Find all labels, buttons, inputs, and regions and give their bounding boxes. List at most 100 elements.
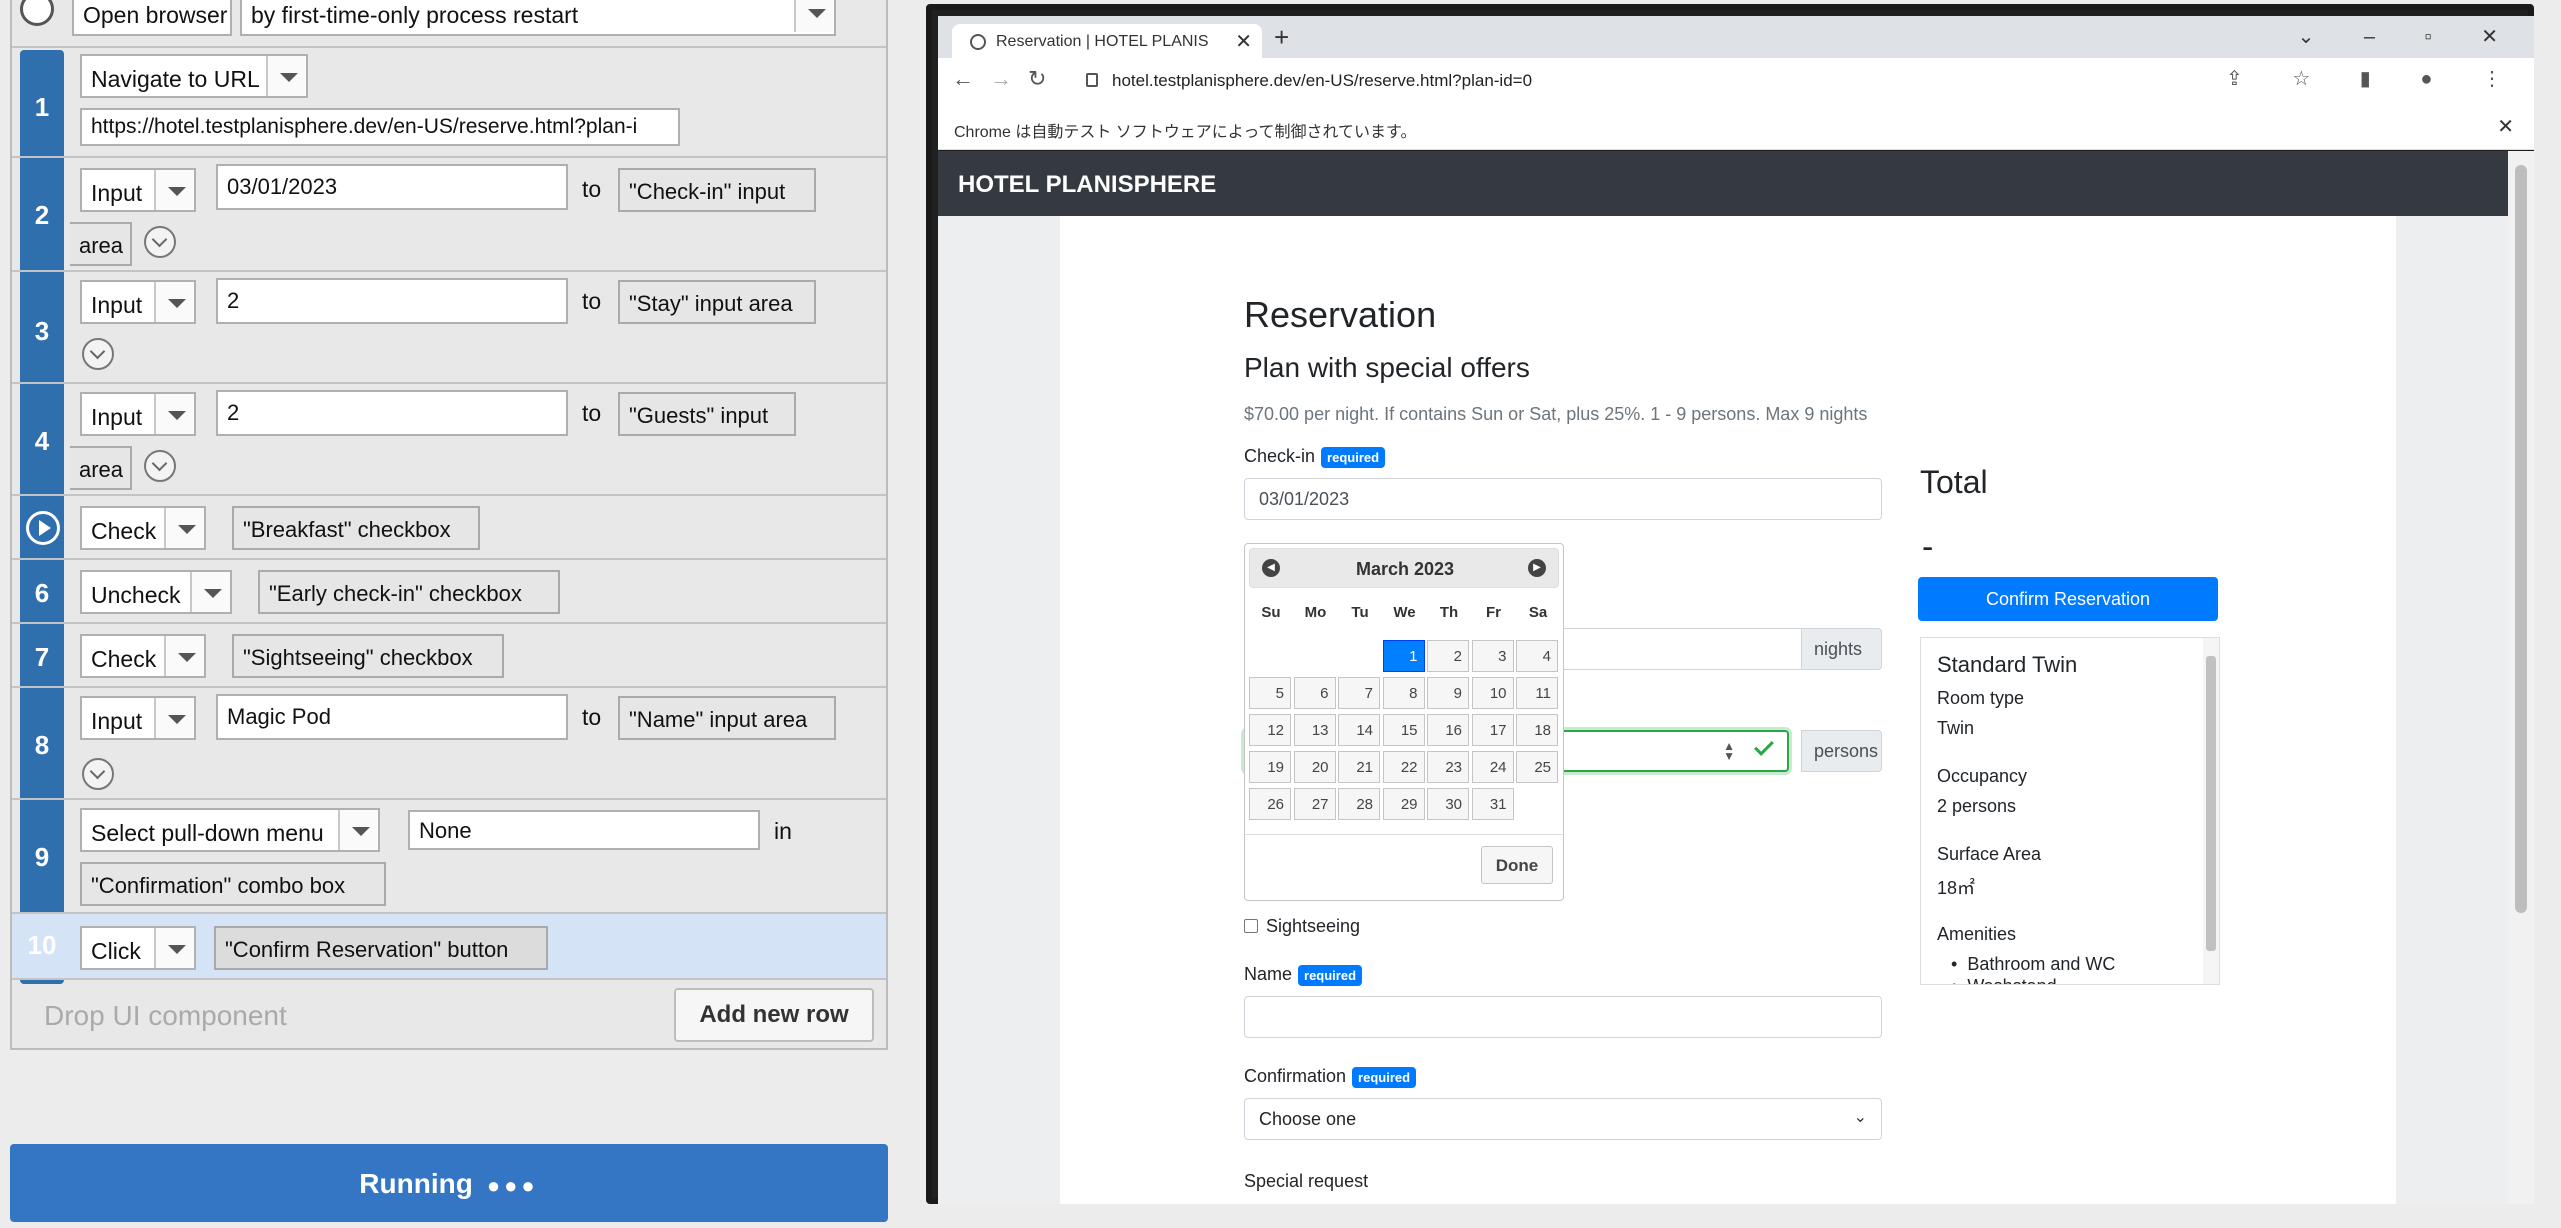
sightseeing-option[interactable]: Sightseeing [1244,916,1360,937]
chevron-down-icon[interactable]: ⌄ [1854,1107,1867,1127]
calendar-day[interactable]: 4 [1516,640,1558,672]
drop-zone[interactable]: Drop UI component Add new row [14,984,884,1046]
target-component[interactable]: "Name" input area [618,696,836,740]
calendar-day[interactable]: 3 [1471,640,1514,672]
calendar-day[interactable]: 22 [1382,751,1425,783]
target-component[interactable]: "Breakfast" checkbox [232,506,480,550]
target-component[interactable]: "Stay" input area [618,280,816,324]
target-component-cont[interactable]: area [70,222,132,266]
calendar-day[interactable]: 10 [1471,677,1514,709]
calendar-day[interactable]: 26 [1249,788,1291,820]
calendar-day[interactable]: 17 [1471,714,1514,746]
calendar-day[interactable]: 8 [1382,677,1425,709]
calendar-day[interactable]: 25 [1516,751,1558,783]
calendar-day[interactable]: 5 [1249,677,1291,709]
chevron-down-icon[interactable] [154,394,194,434]
datepicker-done-button[interactable]: Done [1481,846,1553,884]
calendar-day[interactable]: 21 [1338,751,1380,783]
close-icon[interactable]: ✕ [2497,114,2514,139]
action-select[interactable]: Input [80,168,196,212]
calendar-day[interactable]: 9 [1427,677,1469,709]
name-input[interactable] [1244,996,1882,1038]
calendar-day[interactable]: 6 [1293,677,1336,709]
chevron-down-icon[interactable] [190,572,230,612]
expand-options-icon[interactable] [82,758,114,790]
target-component[interactable]: "Confirm Reservation" button [214,926,548,970]
next-month-icon[interactable]: ▶ [1528,559,1546,577]
action-select[interactable]: Input [80,392,196,436]
step-row-10[interactable]: 10 Click "Confirm Reservation" button [12,914,886,980]
url-input[interactable]: https://hotel.testplanisphere.dev/en-US/… [80,108,680,146]
reload-icon[interactable]: ↻ [1028,66,1046,92]
action-select[interactable]: Select pull-down menu [80,808,380,852]
step-row-4[interactable]: 4 Input 2 to "Guests" input area [12,384,886,496]
action-select[interactable]: Check [80,506,206,550]
chevron-down-icon[interactable] [164,636,204,676]
calendar-day[interactable]: 1 [1382,640,1425,672]
step-row-7[interactable]: 7 Check "Sightseeing" checkbox [12,624,886,688]
calendar-day[interactable]: 31 [1471,788,1514,820]
step-row-open-browser[interactable]: Open browser by first-time-only process … [12,0,886,48]
target-component[interactable]: "Guests" input [618,392,796,436]
calendar-day[interactable]: 27 [1293,788,1336,820]
add-row-button[interactable]: Add new row [674,988,874,1042]
scroll-thumb[interactable] [2515,165,2527,913]
value-input[interactable]: 03/01/2023 [216,164,568,210]
calendar-day[interactable]: 14 [1338,714,1380,746]
close-icon[interactable]: ✕ [1235,29,1252,54]
confirmation-select[interactable]: Choose one ⌄ [1244,1098,1882,1140]
action-select[interactable]: Input [80,696,196,740]
chevron-down-icon[interactable] [154,170,194,210]
step-row-5[interactable]: Check "Breakfast" checkbox [12,496,886,560]
calendar-day[interactable]: 13 [1293,714,1336,746]
target-component[interactable]: "Confirmation" combo box [80,862,386,906]
expand-options-icon[interactable] [144,450,176,482]
forward-icon[interactable]: → [990,66,1012,92]
action-select[interactable]: Check [80,634,206,678]
chevron-down-icon[interactable] [794,0,834,32]
window-controls[interactable]: ⌄ – ▫ ✕ [2298,24,2520,49]
value-input[interactable]: None [408,810,760,850]
target-component[interactable]: "Check-in" input [618,168,816,212]
calendar-day[interactable]: 11 [1516,677,1558,709]
step-row-8[interactable]: 8 Input Magic Pod to "Name" input area [12,688,886,800]
calendar-day[interactable]: 19 [1249,751,1291,783]
sightseeing-checkbox[interactable] [1244,919,1258,933]
target-component[interactable]: "Early check-in" checkbox [258,570,560,614]
calendar-day[interactable]: 24 [1471,751,1514,783]
calendar-day[interactable]: 30 [1427,788,1469,820]
calendar-day[interactable]: 16 [1427,714,1469,746]
action-select[interactable]: Click [80,926,196,970]
calendar-day[interactable]: 23 [1427,751,1469,783]
step-row-6[interactable]: 6 Uncheck "Early check-in" checkbox [12,560,886,624]
value-input[interactable]: 2 [216,390,568,436]
calendar-day[interactable]: 29 [1382,788,1425,820]
url-text[interactable]: hotel.testplanisphere.dev/en-US/reserve.… [1112,71,1532,91]
new-tab-button[interactable]: + [1274,22,1289,53]
page-scrollbar[interactable] [2508,151,2534,1204]
calendar-day[interactable]: 2 [1427,640,1469,672]
calendar-day[interactable]: 15 [1382,714,1425,746]
action-select[interactable]: Navigate to URL [80,54,308,98]
spinner-icon[interactable]: ▲ ▼ [1723,740,1735,762]
calendar-day[interactable]: 12 [1249,714,1291,746]
address-bar[interactable]: hotel.testplanisphere.dev/en-US/reserve.… [1074,65,2334,97]
scroll-thumb[interactable] [2206,656,2216,951]
step-row-2[interactable]: 2 Input 03/01/2023 to "Check-in" input a… [12,158,886,272]
action-select[interactable]: Uncheck [80,570,232,614]
chevron-down-icon[interactable] [154,282,194,322]
chevron-down-icon[interactable] [164,508,204,548]
step-row-1[interactable]: 1 Navigate to URL https://hotel.testplan… [12,48,886,158]
expand-options-icon[interactable] [144,226,176,258]
expand-options-icon[interactable] [82,338,114,370]
chevron-down-icon[interactable] [154,928,194,968]
target-component-cont[interactable]: area [70,446,132,490]
action-select[interactable]: Input [80,280,196,324]
target-component[interactable]: "Sightseeing" checkbox [232,634,504,678]
step-row-3[interactable]: 3 Input 2 to "Stay" input area [12,272,886,384]
tab-reservation[interactable]: Reservation | HOTEL PLANIS ✕ [952,24,1262,58]
calendar-day[interactable]: 28 [1338,788,1380,820]
calendar-day[interactable]: 7 [1338,677,1380,709]
checkin-input[interactable]: 03/01/2023 [1244,478,1882,520]
toolbar-icons[interactable]: ⇪ ☆ ▮ ● ⋮ [2226,66,2524,91]
